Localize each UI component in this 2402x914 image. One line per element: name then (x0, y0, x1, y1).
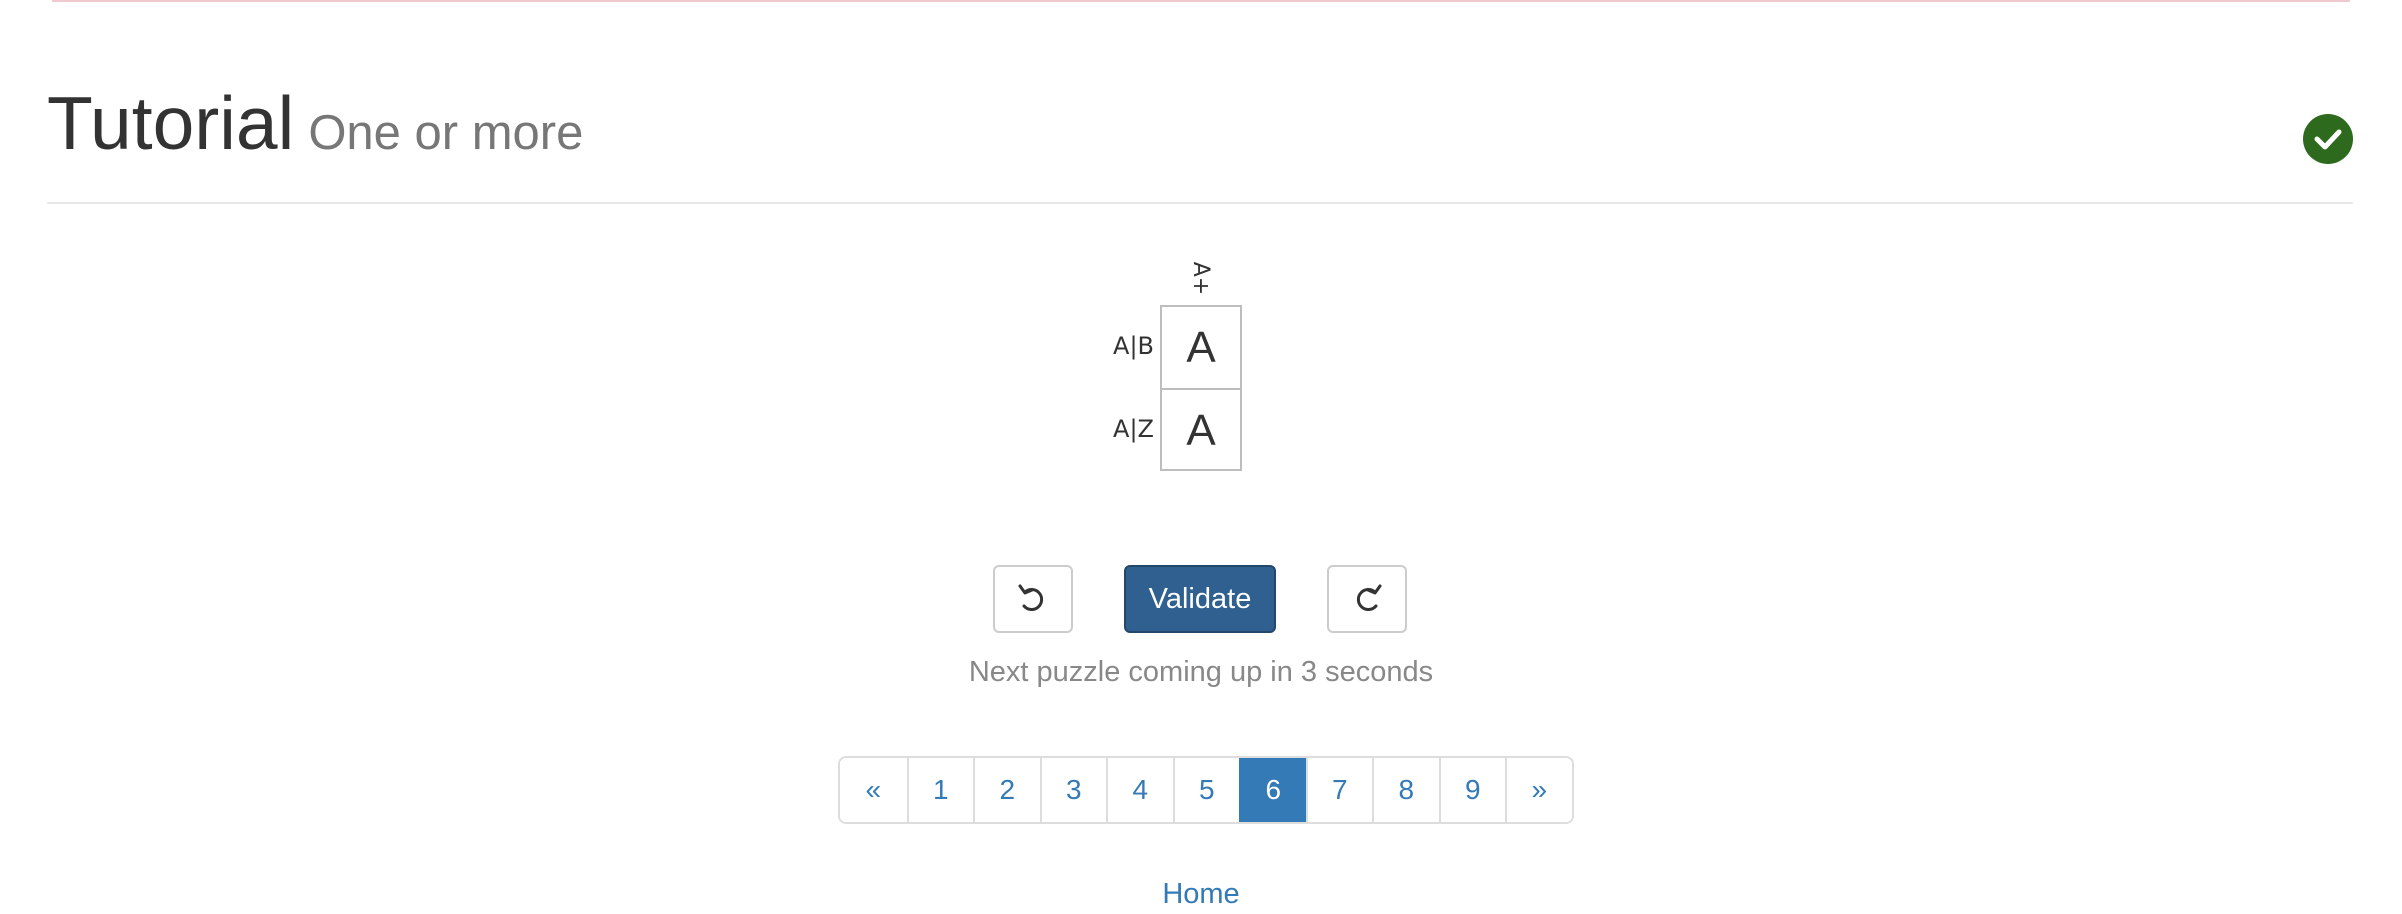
check-circle-icon (2303, 114, 2353, 164)
page-header: Tutorial One or more (47, 78, 2353, 204)
puzzle-grid: A+ A|B A|Z A A (1080, 258, 1280, 478)
page-title: Tutorial One or more (47, 78, 583, 178)
page-subtitle: One or more (308, 106, 584, 160)
puzzle-controls: Validate (0, 565, 2402, 635)
redo-button[interactable] (1327, 565, 1407, 633)
row-clue: A|Z (1113, 415, 1154, 443)
pagination-next[interactable]: » (1505, 758, 1572, 822)
undo-icon (1018, 584, 1044, 611)
row-clue: A|B (1113, 332, 1154, 360)
home-link[interactable]: Home (0, 874, 2402, 914)
redo-icon (1356, 584, 1382, 611)
grid-cell[interactable]: A (1162, 388, 1240, 471)
page-link-9[interactable]: 9 (1438, 758, 1505, 822)
pagination: « 1 2 3 4 5 6 7 8 9 » (838, 756, 1574, 824)
column-clue: A+ (1188, 261, 1214, 295)
page-link-7[interactable]: 7 (1305, 758, 1372, 822)
page-link-6[interactable]: 6 (1239, 758, 1306, 822)
grid-cell[interactable]: A (1162, 307, 1240, 388)
page-link-3[interactable]: 3 (1039, 758, 1106, 822)
pagination-prev[interactable]: « (840, 758, 907, 822)
page-link-2[interactable]: 2 (973, 758, 1040, 822)
undo-button[interactable] (993, 565, 1073, 633)
home-link-label[interactable]: Home (1162, 878, 1239, 910)
page-title-text: Tutorial (47, 81, 295, 165)
page-link-5[interactable]: 5 (1172, 758, 1239, 822)
status-message: Next puzzle coming up in 3 seconds (968, 656, 1434, 688)
page-link-8[interactable]: 8 (1372, 758, 1439, 822)
grid-cells: A A (1160, 305, 1242, 471)
top-divider (52, 0, 2350, 2)
page-link-4[interactable]: 4 (1106, 758, 1173, 822)
validate-button[interactable]: Validate (1124, 565, 1276, 633)
page-link-1[interactable]: 1 (906, 758, 973, 822)
